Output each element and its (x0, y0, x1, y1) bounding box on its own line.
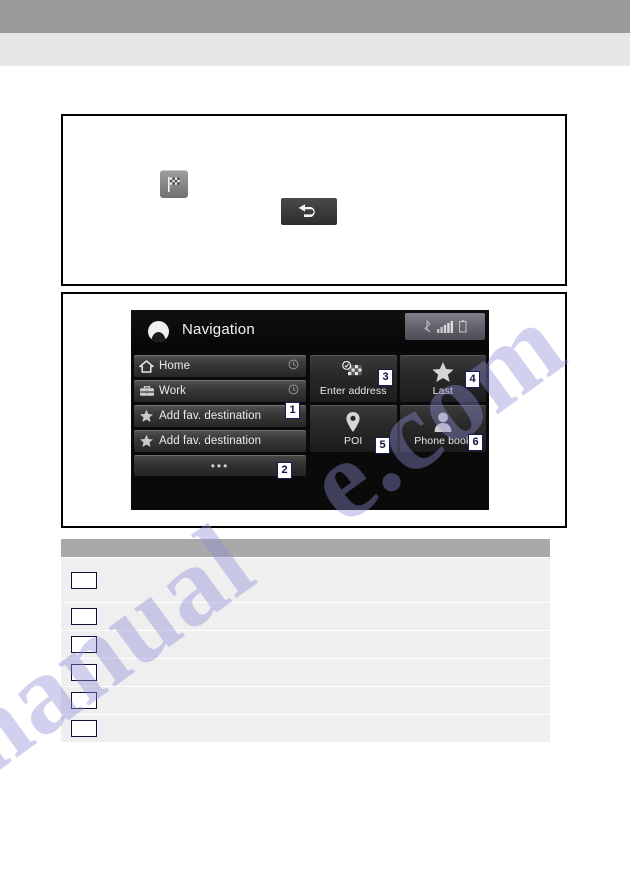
tile-label: Enter address (319, 384, 387, 397)
table-cell-reference (486, 686, 550, 715)
callout-badge-6: 6 (468, 434, 483, 451)
table-cell-description (106, 686, 486, 715)
table-row (61, 602, 550, 631)
table-row (61, 630, 550, 659)
tile-label: Phone book (414, 434, 472, 447)
table-header-description (106, 539, 486, 558)
table-header-row (61, 539, 550, 558)
tile-label: POI (344, 434, 363, 447)
table-cell-number (61, 686, 106, 715)
table-cell-number (61, 630, 106, 659)
page-subheader-band (0, 33, 630, 66)
callout-badge-1: 1 (285, 402, 300, 419)
destination-list: Home Work Add fav. destination Add fav. … (134, 355, 306, 479)
callout-badge-5: 5 (375, 437, 390, 454)
page-header-band (0, 0, 630, 33)
star-icon (134, 409, 159, 423)
checkered-flag-button[interactable] (160, 170, 188, 198)
list-item-work[interactable]: Work (134, 380, 306, 402)
number-box (71, 571, 97, 589)
star-icon (134, 434, 159, 448)
table-header-number (61, 539, 106, 558)
back-arrow-icon (298, 204, 315, 217)
clock-icon (288, 382, 299, 400)
number-box (71, 608, 97, 625)
number-box (71, 720, 97, 737)
checkered-flag-icon (168, 176, 180, 192)
navigation-screen: Navigation Home Work Add fav. destinatio… (131, 310, 489, 510)
table-cell-description (106, 630, 486, 659)
home-icon (134, 359, 159, 373)
table-cell-description (106, 658, 486, 687)
clock-icon (288, 357, 299, 375)
callout-badge-4: 4 (465, 371, 480, 388)
table-cell-number (61, 658, 106, 687)
map-pin-icon (345, 411, 361, 433)
callout-badge-2: 2 (277, 462, 292, 479)
battery-icon (459, 320, 467, 333)
list-item-label: Add fav. destination (159, 435, 262, 447)
list-item-label: Add fav. destination (159, 410, 262, 422)
table-cell-description (106, 714, 486, 742)
table-row (61, 557, 550, 603)
list-item-add-favourite-2[interactable]: Add fav. destination (134, 430, 306, 452)
signal-bars-icon (437, 321, 453, 333)
reference-table (61, 539, 550, 742)
ellipsis-icon: ••• (210, 458, 230, 473)
number-box (71, 692, 97, 709)
list-item-label: Work (159, 385, 187, 397)
shortcut-tile-grid: Enter address Last POI Phone book (310, 355, 486, 452)
table-row (61, 686, 550, 715)
table-cell-number (61, 557, 106, 603)
table-row (61, 714, 550, 742)
table-header-reference (486, 539, 550, 558)
star-icon (431, 361, 455, 383)
table-cell-reference (486, 602, 550, 631)
table-cell-reference (486, 714, 550, 742)
table-cell-reference (486, 658, 550, 687)
briefcase-icon (134, 385, 159, 398)
contact-person-icon (433, 411, 453, 433)
status-bar (405, 313, 485, 340)
navigation-header: Navigation (131, 310, 489, 352)
table-cell-reference (486, 630, 550, 659)
number-box (71, 636, 97, 653)
list-item-label: Home (159, 360, 191, 372)
table-cell-number (61, 602, 106, 631)
table-cell-description (106, 557, 486, 603)
tile-label: Last (432, 384, 453, 397)
callout-badge-3: 3 (378, 369, 393, 386)
navigation-compass-icon (148, 321, 169, 342)
number-box (71, 664, 97, 681)
back-button[interactable] (281, 198, 337, 225)
table-cell-reference (486, 557, 550, 603)
table-cell-description (106, 602, 486, 631)
checkered-flag-address-icon (340, 361, 366, 383)
bluetooth-icon (424, 320, 431, 333)
table-cell-number (61, 714, 106, 742)
table-row (61, 658, 550, 687)
list-item-add-favourite-1[interactable]: Add fav. destination (134, 405, 306, 427)
screen-title: Navigation (182, 321, 255, 338)
list-item-home[interactable]: Home (134, 355, 306, 377)
